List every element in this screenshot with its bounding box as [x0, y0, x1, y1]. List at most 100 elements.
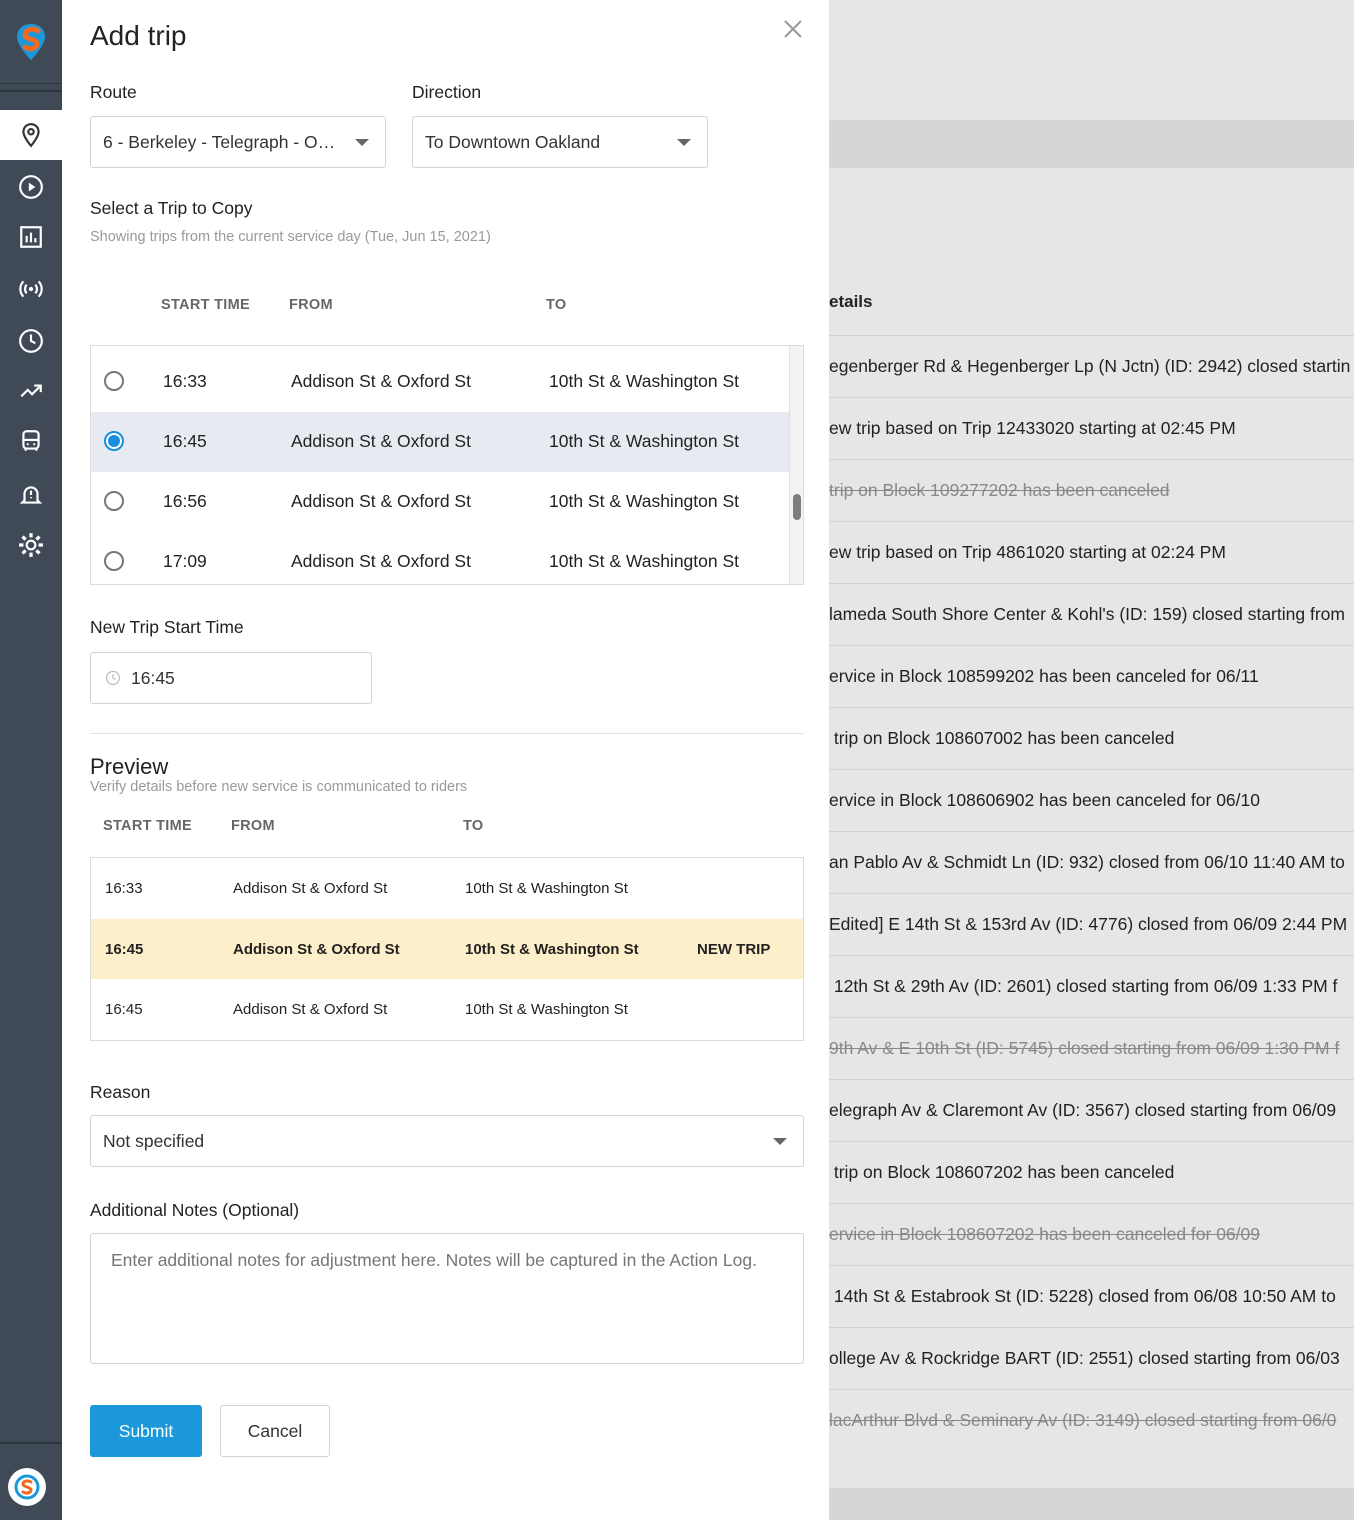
trip-radio[interactable] [104, 551, 124, 571]
play-circle-icon [19, 175, 43, 199]
submit-button[interactable]: Submit [90, 1405, 202, 1457]
preview-header-to: TO [463, 818, 484, 834]
background-log-row: elegraph Av & Claremont Av (ID: 3567) cl… [829, 1079, 1354, 1141]
background-log-text: ew trip based on Trip 12433020 starting … [829, 418, 1236, 438]
trip-radio-checked[interactable] [104, 431, 124, 451]
preview-to: 10th St & Washington St [465, 941, 639, 958]
trip-radio[interactable] [104, 491, 124, 511]
trip-to: 10th St & Washington St [549, 431, 740, 451]
alert-bell-icon [19, 486, 43, 504]
notes-textarea[interactable] [90, 1233, 804, 1364]
sidebar-item-vehicles[interactable] [0, 416, 62, 466]
background-log-text: 9th Av & E 10th St (ID: 5745) closed sta… [829, 1038, 1340, 1058]
background-log-row: ervice in Block 108607202 has been cance… [829, 1203, 1354, 1265]
select-trip-label: Select a Trip to Copy [90, 198, 253, 218]
background-log-text: egenberger Rd & Hegenberger Lp (N Jctn) … [829, 356, 1351, 376]
bar-chart-icon [20, 226, 42, 248]
background-log-row: ollege Av & Rockridge BART (ID: 2551) cl… [829, 1327, 1354, 1389]
background-log-row: lacArthur Blvd & Seminary Av (ID: 3149) … [829, 1389, 1354, 1451]
close-icon[interactable] [782, 18, 804, 40]
chevron-down-icon [677, 139, 691, 146]
new-trip-badge: NEW TRIP [697, 941, 771, 958]
trip-row-selected[interactable]: 16:45 Addison St & Oxford St 10th St & W… [91, 412, 789, 472]
background-log-text: elegraph Av & Claremont Av (ID: 3567) cl… [829, 1100, 1337, 1120]
chevron-down-icon [355, 139, 369, 146]
route-select-value: 6 - Berkeley - Telegraph - Oa... [103, 131, 341, 152]
new-start-time-value: 16:45 [131, 667, 175, 688]
background-log-text: ervice in Block 108606902 has been cance… [829, 790, 1260, 810]
trip-row[interactable]: 16:56 Addison St & Oxford St 10th St & W… [91, 472, 789, 532]
background-log-row: egenberger Rd & Hegenberger Lp (N Jctn) … [829, 335, 1354, 397]
trip-to: 10th St & Washington St [549, 371, 740, 391]
preview-start-time: 16:45 [105, 1001, 143, 1018]
background-log-text: trip on Block 109277202 has been cancele… [829, 480, 1170, 500]
add-trip-panel: Add trip Route 6 - Berkeley - Telegraph … [62, 0, 829, 1520]
user-avatar[interactable] [8, 1468, 46, 1506]
background-log-row: ervice in Block 108599202 has been cance… [829, 645, 1354, 707]
preview-to: 10th St & Washington St [465, 880, 628, 897]
app-logo[interactable] [0, 0, 62, 84]
sidebar-bottom-divider [0, 1442, 62, 1444]
background-log-text: ervice in Block 108599202 has been cance… [829, 666, 1259, 686]
background-log-text: ew trip based on Trip 4861020 starting a… [829, 542, 1226, 562]
cancel-button[interactable]: Cancel [220, 1405, 330, 1457]
background-footer [829, 1488, 1354, 1520]
background-log-row: an Pablo Av & Schmidt Ln (ID: 932) close… [829, 831, 1354, 893]
background-log-text: 12th St & 29th Av (ID: 2601) closed star… [829, 976, 1338, 996]
trip-row[interactable]: 16:33 Addison St & Oxford St 10th St & W… [91, 352, 789, 412]
trip-from: Addison St & Oxford St [291, 431, 471, 451]
scrollbar-thumb[interactable] [793, 494, 801, 520]
reason-label: Reason [90, 1082, 151, 1102]
trip-start-time: 16:33 [163, 371, 207, 391]
sidebar-item-map[interactable] [0, 110, 62, 160]
background-log-row: Edited] E 14th St & 153rd Av (ID: 4776) … [829, 893, 1354, 955]
background-log-text: Edited] E 14th St & 153rd Av (ID: 4776) … [829, 914, 1348, 934]
trip-to: 10th St & Washington St [549, 551, 740, 571]
swiftly-avatar-icon [14, 1474, 40, 1500]
sidebar-item-playback[interactable] [0, 162, 62, 212]
sidebar-item-alerts[interactable] [0, 470, 62, 520]
background-log-text: trip on Block 108607202 has been cancele… [829, 1162, 1175, 1182]
trip-radio[interactable] [104, 371, 124, 391]
sidebar-item-trends[interactable] [0, 366, 62, 416]
sidebar-item-settings[interactable] [0, 520, 62, 570]
direction-select-value: To Downtown Oakland [425, 131, 601, 152]
trip-header-start: START TIME [161, 297, 250, 313]
trip-row[interactable]: 17:09 Addison St & Oxford St 10th St & W… [91, 532, 789, 584]
trip-list-scrollbar[interactable] [789, 346, 803, 584]
trending-up-icon [20, 384, 42, 398]
preview-from: Addison St & Oxford St [233, 880, 388, 897]
trip-from: Addison St & Oxford St [291, 371, 471, 391]
background-log-row: 9th Av & E 10th St (ID: 5745) closed sta… [829, 1017, 1354, 1079]
direction-label: Direction [412, 82, 482, 102]
trip-start-time: 16:45 [163, 431, 207, 451]
preview-header-start: START TIME [103, 818, 192, 834]
new-start-time-input[interactable]: 16:45 [90, 652, 372, 704]
background-log-row: ew trip based on Trip 4861020 starting a… [829, 521, 1354, 583]
broadcast-icon [19, 280, 43, 298]
direction-select[interactable]: To Downtown Oakland [412, 116, 708, 168]
panel-title: Add trip [90, 20, 187, 51]
preview-title: Preview [90, 754, 169, 779]
background-band [829, 120, 1354, 168]
map-pin-icon [22, 123, 40, 148]
route-select[interactable]: 6 - Berkeley - Telegraph - Oa... [90, 116, 386, 168]
preview-hint: Verify details before new service is com… [90, 779, 468, 795]
clock-icon [19, 329, 43, 353]
sidebar-item-broadcast[interactable] [0, 264, 62, 314]
sidebar-item-history[interactable] [0, 316, 62, 366]
preview-to: 10th St & Washington St [465, 1001, 628, 1018]
trip-list: 16:33 Addison St & Oxford St 10th St & W… [90, 345, 804, 585]
trip-header-to: TO [546, 297, 567, 313]
reason-select-value: Not specified [103, 1130, 205, 1151]
sidebar-item-reports[interactable] [0, 212, 62, 262]
background-log-text: ervice in Block 108607202 has been cance… [829, 1224, 1260, 1244]
preview-from: Addison St & Oxford St [233, 1001, 388, 1018]
section-divider [90, 733, 804, 734]
reason-select[interactable]: Not specified [90, 1115, 804, 1167]
background-log-text: trip on Block 108607002 has been cancele… [829, 728, 1175, 748]
background-log-text: an Pablo Av & Schmidt Ln (ID: 932) close… [829, 852, 1345, 872]
chevron-down-icon [773, 1138, 787, 1145]
background-log-text: ollege Av & Rockridge BART (ID: 2551) cl… [829, 1348, 1340, 1368]
background-log-text: 14th St & Estabrook St (ID: 5228) closed… [829, 1286, 1336, 1306]
